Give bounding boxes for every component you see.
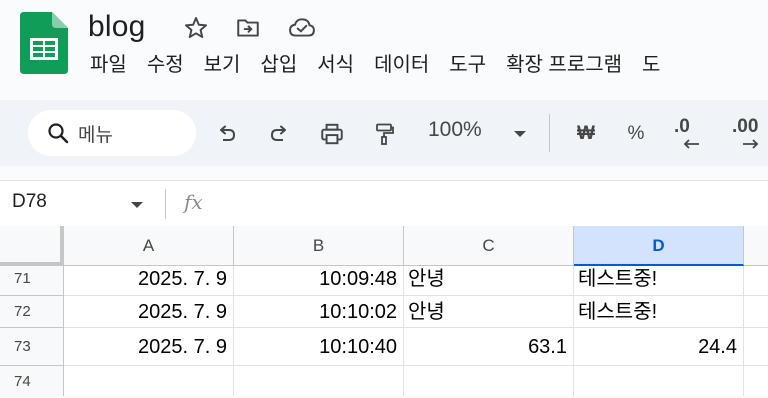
menu-edit[interactable]: 수정 xyxy=(137,50,194,80)
cell-d72[interactable]: 테스트중! xyxy=(574,296,744,328)
cell-d73[interactable]: 24.4 xyxy=(574,328,744,366)
increase-decimal-label: .00 xyxy=(732,116,759,137)
menu-view[interactable]: 보기 xyxy=(194,50,251,80)
cell-c73[interactable]: 63.1 xyxy=(404,328,574,366)
cell-b71[interactable]: 10:09:48 xyxy=(234,266,404,296)
menu-extensions[interactable]: 확장 프로그램 xyxy=(496,50,632,80)
cell-c74[interactable] xyxy=(404,366,574,396)
cell-b74[interactable] xyxy=(234,366,404,396)
menu-bar: 파일 수정 보기 삽입 서식 데이터 도구 확장 프로그램 도 xyxy=(80,50,670,80)
cell-e72[interactable] xyxy=(744,296,768,328)
title-bar: blog 파일 수정 보기 삽입 서식 데이터 도구 확장 프로그램 도 xyxy=(0,0,768,90)
menu-data[interactable]: 데이터 xyxy=(364,50,439,80)
cell-c72[interactable]: 안녕 xyxy=(404,296,574,328)
column-header-d[interactable]: D xyxy=(574,226,744,266)
menu-format[interactable]: 서식 xyxy=(307,50,364,80)
menu-insert[interactable]: 삽입 xyxy=(250,50,307,80)
row-header-72[interactable]: 72 xyxy=(0,296,64,328)
cell-e74[interactable] xyxy=(744,366,768,396)
paint-format-icon[interactable] xyxy=(364,114,404,154)
cell-b72[interactable]: 10:10:02 xyxy=(234,296,404,328)
column-header-e[interactable] xyxy=(744,226,768,266)
decrease-decimal-button[interactable]: .0 xyxy=(668,116,708,156)
increase-decimal-button[interactable]: .00 xyxy=(728,116,768,156)
cell-d71[interactable]: 테스트중! xyxy=(574,266,744,296)
print-icon[interactable] xyxy=(312,114,352,154)
row-header-74[interactable]: 74 xyxy=(0,366,64,396)
arrow-right-icon xyxy=(743,139,759,149)
cell-a72[interactable]: 2025. 7. 9 xyxy=(64,296,234,328)
select-all-corner[interactable] xyxy=(0,226,64,266)
menu-search-label: 메뉴 xyxy=(78,124,113,146)
percent-format-button[interactable]: % xyxy=(616,114,656,154)
sheets-logo-icon[interactable] xyxy=(20,12,68,74)
menu-tools[interactable]: 도구 xyxy=(439,50,496,80)
chevron-down-icon[interactable] xyxy=(500,114,540,154)
star-icon[interactable] xyxy=(180,12,212,44)
search-icon xyxy=(46,121,70,145)
formula-input[interactable] xyxy=(220,187,760,221)
menu-search-box[interactable]: 메뉴 xyxy=(28,110,196,156)
document-title[interactable]: blog xyxy=(88,10,146,44)
arrow-left-icon xyxy=(683,139,699,149)
fx-icon: fx xyxy=(184,190,203,214)
cell-d74[interactable] xyxy=(574,366,744,396)
row-header-71[interactable]: 71 xyxy=(0,266,64,296)
column-header-a[interactable]: A xyxy=(64,226,234,266)
cell-c71[interactable]: 안녕 xyxy=(404,266,574,296)
name-box[interactable]: D78 xyxy=(12,191,47,213)
row-header-73[interactable]: 73 xyxy=(0,328,64,366)
decrease-decimal-label: .0 xyxy=(674,116,690,137)
cell-a74[interactable] xyxy=(64,366,234,396)
formula-divider xyxy=(165,189,166,219)
move-to-folder-icon[interactable] xyxy=(232,12,264,44)
cell-a71[interactable]: 2025. 7. 9 xyxy=(64,266,234,296)
redo-icon[interactable] xyxy=(260,114,300,154)
zoom-select[interactable]: 100% xyxy=(428,118,482,142)
cell-a73[interactable]: 2025. 7. 9 xyxy=(64,328,234,366)
formula-bar: D78 fx xyxy=(0,180,768,227)
cell-e71[interactable] xyxy=(744,266,768,296)
column-header-c[interactable]: C xyxy=(404,226,574,266)
undo-icon[interactable] xyxy=(206,114,246,154)
cloud-saved-icon[interactable] xyxy=(286,12,318,44)
currency-format-button[interactable]: ₩ xyxy=(566,114,606,154)
name-box-dropdown-icon[interactable] xyxy=(130,197,144,215)
toolbar: 메뉴 100% ₩ % .0 .00 xyxy=(0,100,768,166)
cell-b73[interactable]: 10:10:40 xyxy=(234,328,404,366)
spreadsheet-grid: A B C D 71 2025. 7. 9 10:09:48 안녕 테스트중! … xyxy=(0,226,768,396)
menu-help[interactable]: 도 xyxy=(632,50,670,80)
cell-e73[interactable] xyxy=(744,328,768,366)
toolbar-divider xyxy=(549,114,550,152)
column-header-b[interactable]: B xyxy=(234,226,404,266)
menu-file[interactable]: 파일 xyxy=(80,50,137,80)
